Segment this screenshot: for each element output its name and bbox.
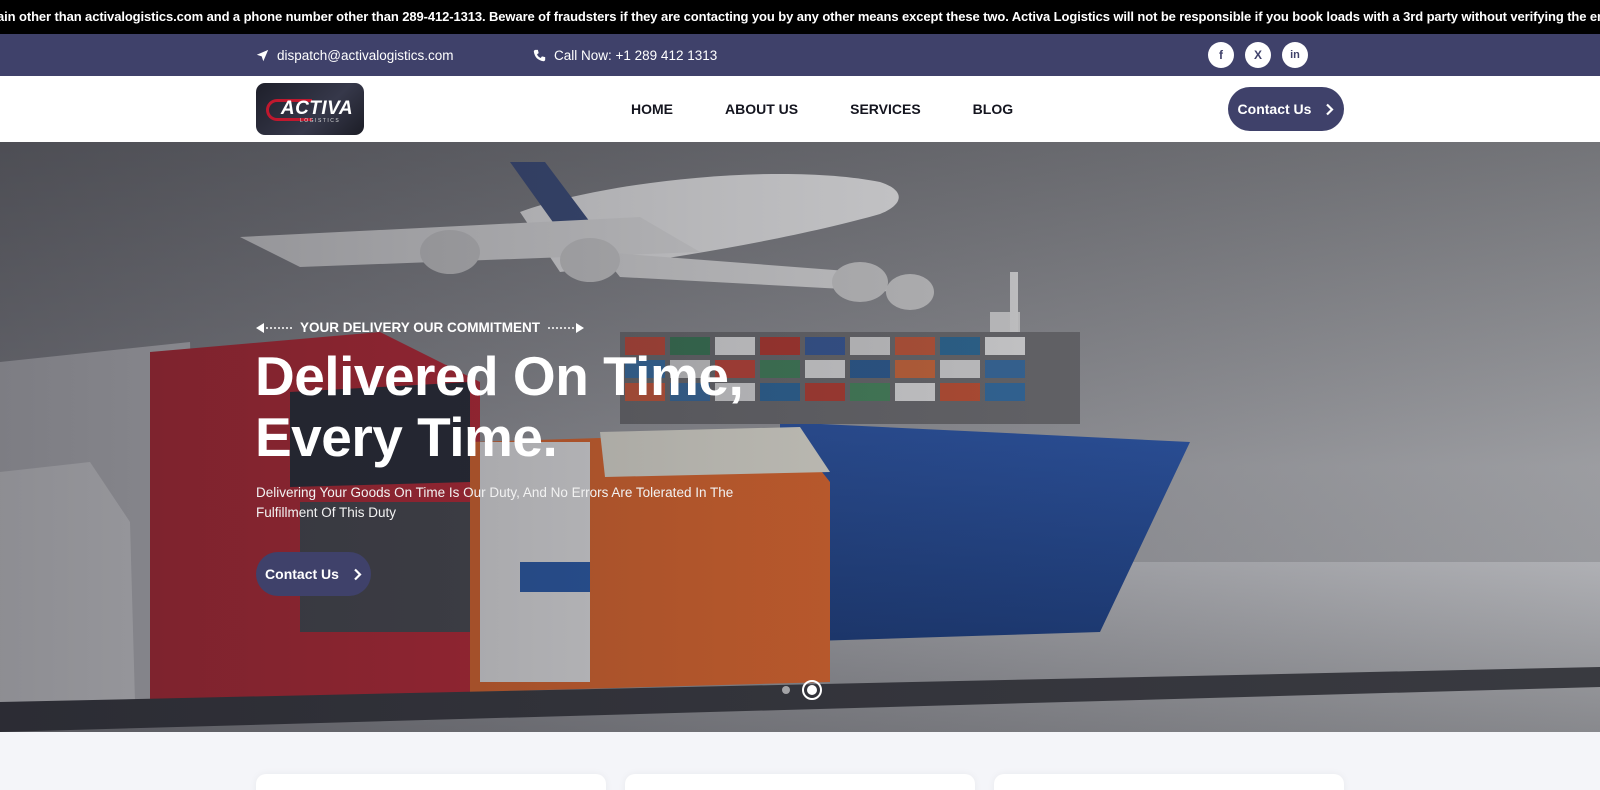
email-text: dispatch@activalogistics.com bbox=[277, 47, 454, 63]
feature-card-1 bbox=[256, 774, 606, 790]
facebook-icon[interactable]: f bbox=[1208, 42, 1234, 68]
hero-title-line-2: Every Time. bbox=[255, 406, 558, 468]
nav-item-blog[interactable]: BLOG bbox=[973, 101, 1013, 117]
hero-eyebrow-text: YOUR DELIVERY OUR COMMITMENT bbox=[300, 320, 541, 335]
phone-link[interactable]: Call Now: +1 289 412 1313 bbox=[533, 34, 717, 76]
social-links: f X in bbox=[1208, 42, 1308, 68]
ticker-text: ain other than activalogistics.com and a… bbox=[0, 9, 1600, 24]
send-icon bbox=[256, 49, 269, 61]
hero-slider: YOUR DELIVERY OUR COMMITMENT Delivered O… bbox=[0, 142, 1600, 732]
slide-dot-2-active[interactable] bbox=[802, 680, 822, 700]
nav-item-about-us[interactable]: ABOUT US bbox=[725, 101, 798, 117]
fraud-warning-ticker: ain other than activalogistics.com and a… bbox=[0, 0, 1600, 34]
feature-card-2 bbox=[625, 774, 975, 790]
hero-description: Delivering Your Goods On Time Is Our Dut… bbox=[256, 485, 734, 520]
nav-menu: HOME ABOUT US SERVICES BLOG bbox=[631, 76, 1065, 142]
nav-item-home[interactable]: HOME bbox=[631, 101, 673, 117]
activa-logo[interactable]: ACTIVA LOGISTICS bbox=[256, 83, 364, 135]
chevron-right-icon bbox=[1326, 103, 1335, 115]
chevron-right-icon bbox=[354, 568, 362, 580]
top-contact-bar: dispatch@activalogistics.com Call Now: +… bbox=[0, 34, 1600, 76]
plane-left-icon bbox=[256, 322, 292, 333]
hero-title-line-1: Delivered On Time, bbox=[255, 345, 744, 407]
hero-contact-label: Contact Us bbox=[265, 566, 339, 582]
nav-contact-button[interactable]: Contact Us bbox=[1228, 87, 1344, 131]
hero-title: Delivered On Time, Every Time. bbox=[255, 346, 955, 468]
slide-dot-1[interactable] bbox=[782, 686, 790, 694]
phone-icon bbox=[533, 49, 546, 61]
logo-subtext: LOGISTICS bbox=[300, 118, 341, 124]
x-icon[interactable]: X bbox=[1245, 42, 1271, 68]
nav-contact-label: Contact Us bbox=[1237, 101, 1312, 117]
logo-text: ACTIVA bbox=[280, 98, 354, 119]
feature-card-3 bbox=[994, 774, 1344, 790]
linkedin-icon[interactable]: in bbox=[1282, 42, 1308, 68]
slider-pagination bbox=[782, 680, 822, 700]
hero-contact-button[interactable]: Contact Us bbox=[256, 552, 371, 596]
features-section bbox=[0, 732, 1600, 790]
hero-eyebrow: YOUR DELIVERY OUR COMMITMENT bbox=[256, 320, 585, 335]
plane-right-icon bbox=[548, 322, 585, 333]
main-navigation: ACTIVA LOGISTICS HOME ABOUT US SERVICES … bbox=[0, 76, 1600, 142]
nav-item-services[interactable]: SERVICES bbox=[850, 101, 921, 117]
email-link[interactable]: dispatch@activalogistics.com bbox=[256, 34, 454, 76]
phone-text: Call Now: +1 289 412 1313 bbox=[554, 47, 718, 63]
